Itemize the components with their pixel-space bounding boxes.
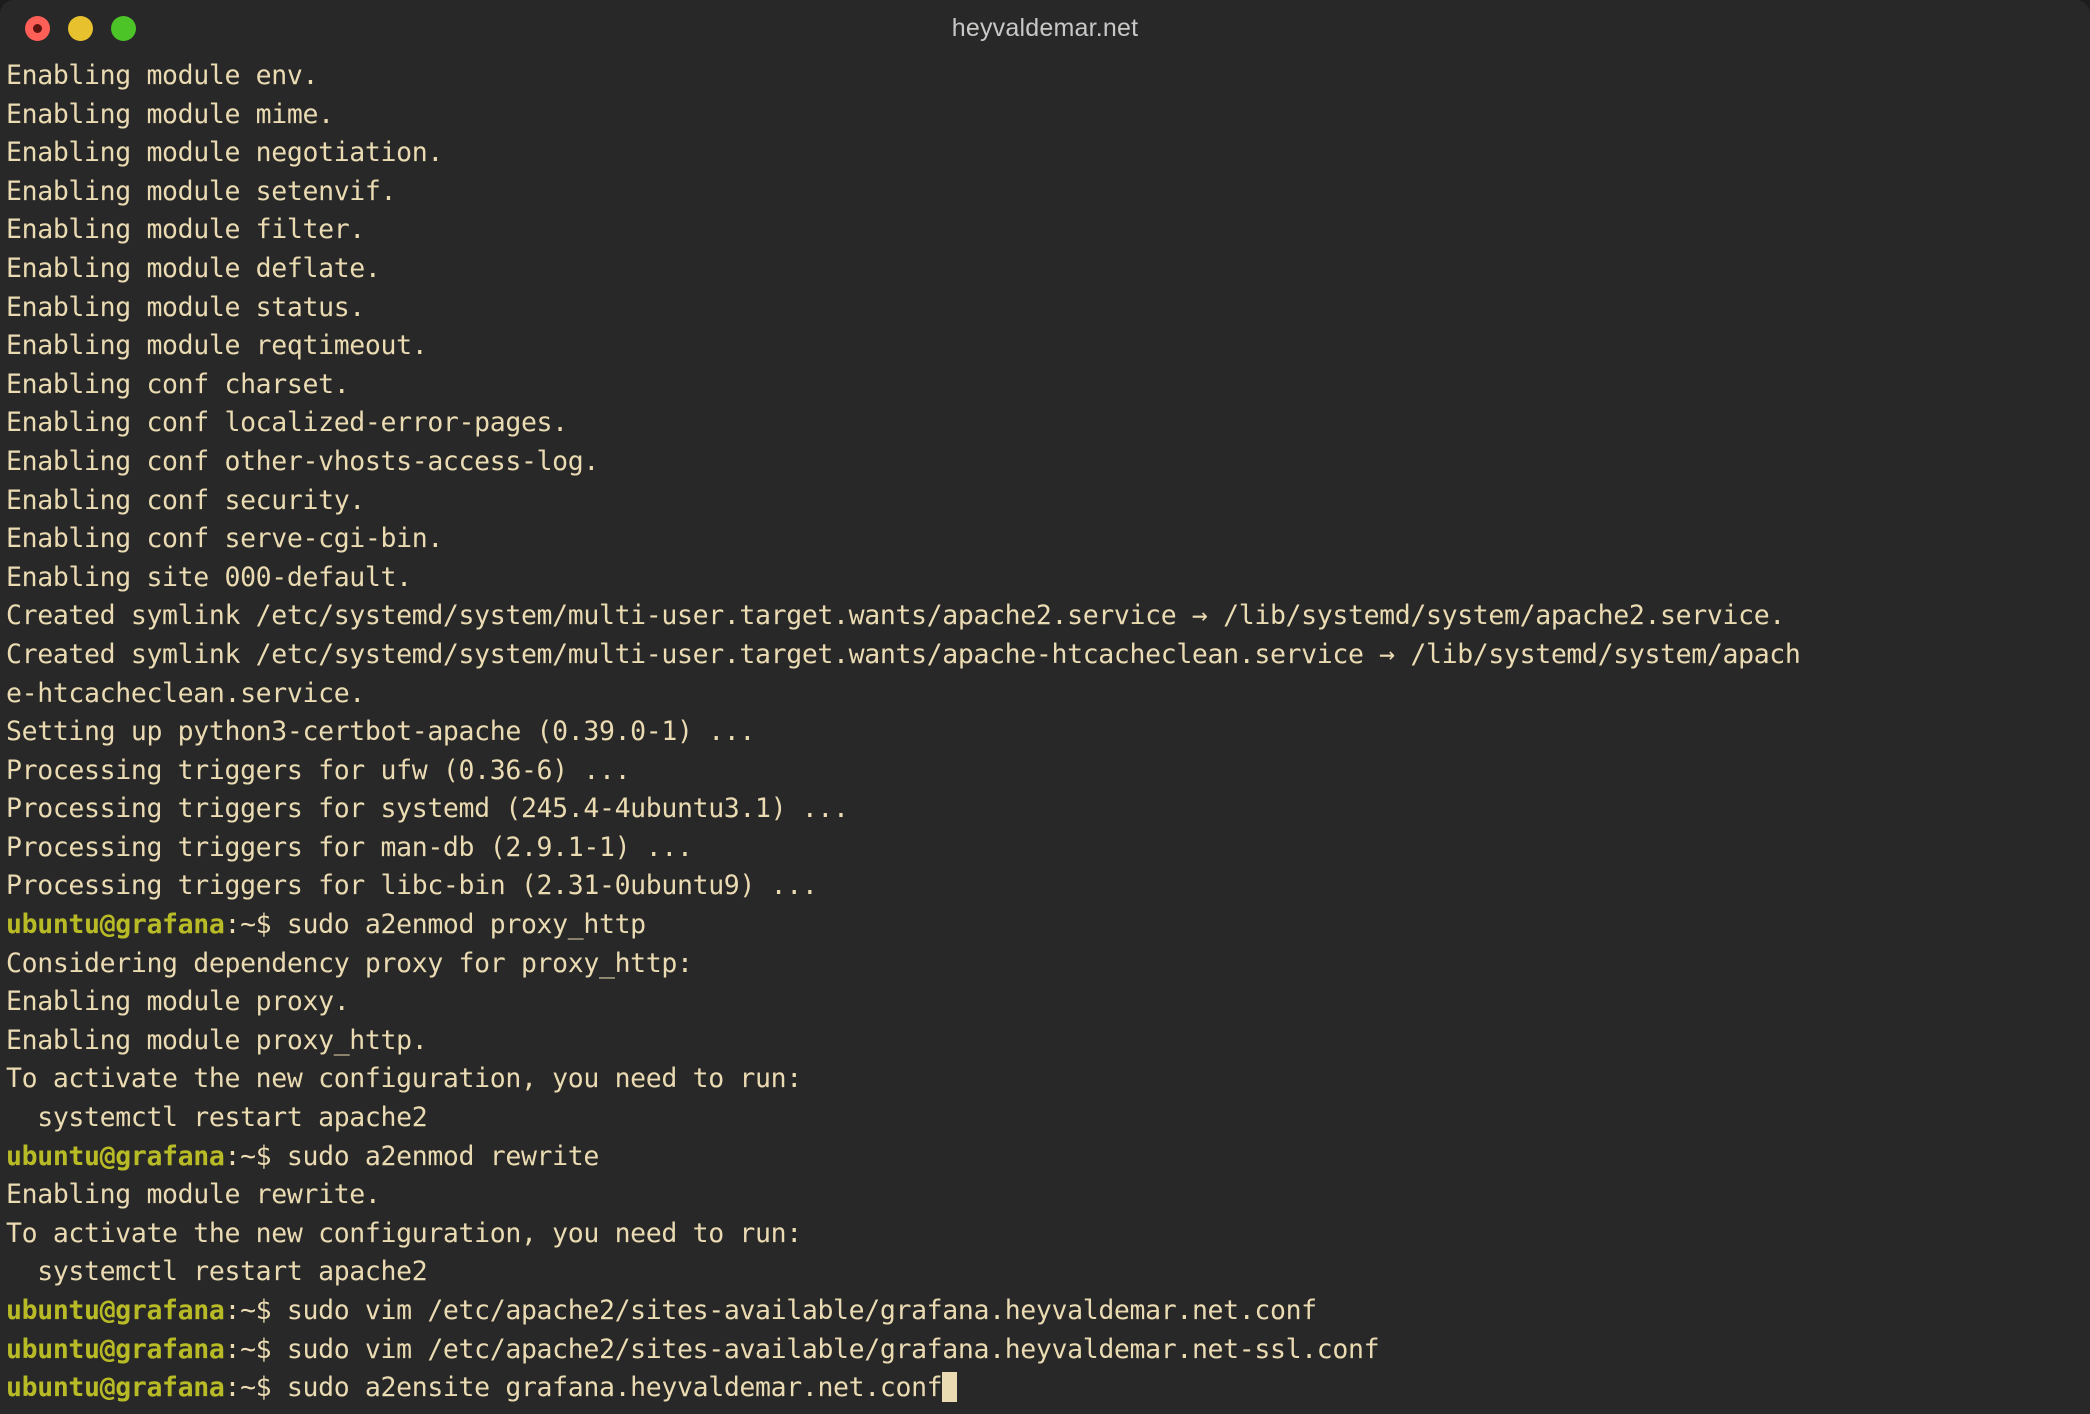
terminal-output-line: Enabling module status. [6, 291, 365, 323]
terminal-output-line: Created symlink /etc/systemd/system/mult… [6, 600, 1785, 632]
prompt-suffix: :~$ [224, 909, 287, 941]
terminal-output-line: Created symlink /etc/systemd/system/mult… [6, 638, 1801, 670]
terminal-output-line: Processing triggers for libc-bin (2.31-0… [6, 870, 818, 902]
prompt-user-host: ubuntu@grafana [6, 909, 225, 941]
text-cursor [942, 1372, 958, 1403]
prompt-user-host: ubuntu@grafana [6, 1372, 225, 1404]
terminal-output-line: Enabling conf other-vhosts-access-log. [6, 445, 599, 477]
terminal-prompt-line: ubuntu@grafana:~$ sudo a2ensite grafana.… [6, 1369, 2090, 1408]
window-title: heyvaldemar.net [951, 14, 1139, 42]
terminal-output-line: Enabling module setenvif. [6, 175, 397, 207]
terminal-output-line: To activate the new configuration, you n… [6, 1217, 802, 1249]
terminal-output-line: Enabling module proxy_http. [6, 1024, 428, 1056]
terminal-output-line: Enabling site 000-default. [6, 561, 412, 593]
minimize-button[interactable] [68, 16, 93, 41]
terminal-output-line: Processing triggers for man-db (2.9.1-1)… [6, 831, 693, 863]
terminal-output-line: Enabling module env. [6, 60, 319, 91]
terminal-output-line: Enabling module filter. [6, 214, 365, 246]
terminal-output-line: systemctl restart apache2 [6, 1102, 428, 1134]
window-titlebar[interactable]: heyvaldemar.net [0, 0, 2090, 57]
prompt-user-host: ubuntu@grafana [6, 1140, 225, 1172]
prompt-suffix: :~$ [224, 1140, 287, 1172]
terminal-output-line: Enabling module mime. [6, 98, 334, 130]
terminal-command: sudo a2ensite grafana.heyvaldemar.net.co… [286, 1372, 943, 1404]
terminal-output-line: Enabling conf serve-cgi-bin. [6, 523, 443, 555]
prompt-user-host: ubuntu@grafana [6, 1295, 225, 1326]
prompt-user-host: ubuntu@grafana [6, 1333, 225, 1365]
terminal-output-line: e-htcacheclean.service. [6, 677, 365, 709]
terminal-output-line: Processing triggers for systemd (245.4-4… [6, 793, 849, 825]
terminal-output-line: Enabling conf charset. [6, 368, 350, 400]
terminal-prompt-line: ubuntu@grafana:~$ sudo a2enmod rewrite [6, 1138, 2090, 1177]
terminal-prompt-line: ubuntu@grafana:~$ sudo a2enmod proxy_htt… [6, 906, 2090, 945]
terminal-output-line: Considering dependency proxy for proxy_h… [6, 947, 693, 979]
terminal-output-line: Setting up python3-certbot-apache (0.39.… [6, 716, 756, 748]
terminal-output-line: Enabling module negotiation. [6, 137, 443, 169]
prompt-suffix: :~$ [224, 1372, 287, 1404]
terminal-output-line: systemctl restart apache2 [6, 1256, 428, 1288]
terminal-output-line: Enabling conf localized-error-pages. [6, 407, 568, 439]
terminal-output-area[interactable]: Enabling module env. Enabling module mime… [0, 57, 2090, 1414]
terminal-output-line: Enabling conf security. [6, 484, 365, 516]
terminal-output-line: Enabling module proxy. [6, 986, 350, 1018]
close-button[interactable] [25, 16, 50, 41]
terminal-command: sudo a2enmod proxy_http [286, 909, 646, 941]
maximize-button[interactable] [111, 16, 136, 41]
window-controls [0, 16, 136, 41]
terminal-output-line: Processing triggers for ufw (0.36-6) ... [6, 754, 631, 786]
prompt-suffix: :~$ [224, 1295, 287, 1326]
terminal-output-line: Enabling module reqtimeout. [6, 330, 428, 362]
terminal-command: sudo vim /etc/apache2/sites-available/gr… [286, 1295, 1317, 1326]
terminal-prompt-line: ubuntu@grafana:~$ sudo vim /etc/apache2/… [6, 1292, 2090, 1331]
terminal-output-line: Enabling module rewrite. [6, 1179, 381, 1211]
terminal-prompt-line: ubuntu@grafana:~$ sudo vim /etc/apache2/… [6, 1331, 2090, 1370]
terminal-command: sudo a2enmod rewrite [286, 1140, 599, 1172]
prompt-suffix: :~$ [224, 1333, 287, 1365]
terminal-command: sudo vim /etc/apache2/sites-available/gr… [286, 1333, 1380, 1365]
terminal-output-line: Enabling module deflate. [6, 252, 381, 284]
terminal-output-line: To activate the new configuration, you n… [6, 1063, 802, 1095]
terminal-window: heyvaldemar.net Enabling module env. Enab… [0, 0, 2090, 1414]
